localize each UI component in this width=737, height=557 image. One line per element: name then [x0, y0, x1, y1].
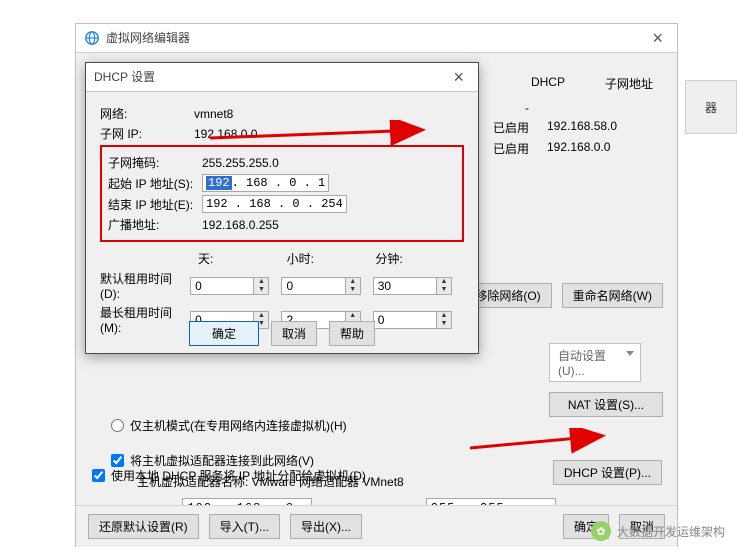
dhcp-settings-button[interactable]: DHCP 设置(P)... — [553, 460, 662, 485]
col-subnet: 子网地址 — [597, 71, 661, 96]
end-ip-label: 结束 IP 地址(E): — [108, 196, 202, 213]
use-dhcp-label: 使用本地 DHCP 服务将 IP 地址分配给虚拟机(D) — [111, 467, 366, 484]
dhcp-ok-button[interactable]: 确定 — [189, 321, 259, 346]
broadcast-label: 广播地址: — [108, 216, 202, 233]
dhcp-cancel-button[interactable]: 取消 — [271, 321, 317, 346]
net-label: 网络: — [100, 105, 194, 122]
import-button[interactable]: 导入(T)... — [209, 514, 280, 539]
parent-title: 虚拟网络编辑器 — [106, 24, 190, 52]
col-mins: 分钟: — [375, 250, 464, 267]
avatar-icon: ✿ — [591, 521, 611, 541]
table-row[interactable]: - — [485, 99, 665, 117]
globe-icon — [84, 30, 100, 46]
dhcp-subnetip-value: 192.168.0.0 — [194, 127, 257, 141]
hostonly-radio[interactable] — [111, 419, 124, 432]
default-mins-spin[interactable]: 30▲▼ — [373, 277, 452, 295]
default-hours-spin[interactable]: 0▲▼ — [281, 277, 360, 295]
dhcp-settings-dialog: DHCP 设置 × 网络:vmnet8 子网 IP:192.168.0.0 子网… — [85, 62, 479, 354]
parent-close-button[interactable]: × — [646, 24, 669, 52]
spin-up-icon[interactable]: ▲ — [346, 278, 360, 286]
spin-up-icon[interactable]: ▲ — [437, 312, 451, 320]
spin-up-icon[interactable]: ▲ — [254, 278, 268, 286]
outer-window-fragment: 器 — [685, 80, 737, 134]
spin-up-icon[interactable]: ▲ — [254, 312, 268, 320]
auto-settings-combo[interactable]: 自动设置(U)... — [549, 343, 641, 382]
spin-down-icon[interactable]: ▼ — [437, 286, 451, 294]
mask-value: 255.255.255.0 — [202, 156, 279, 170]
spin-down-icon[interactable]: ▼ — [346, 286, 360, 294]
dhcp-subnetip-label: 子网 IP: — [100, 125, 194, 142]
dhcp-help-button[interactable]: 帮助 — [329, 321, 375, 346]
start-ip-input[interactable]: 192. 168 . 0 . 1 — [202, 174, 329, 192]
end-ip-input[interactable]: 192 . 168 . 0 . 254 — [202, 195, 347, 213]
dhcp-close-button[interactable]: × — [447, 63, 470, 91]
spin-up-icon[interactable]: ▲ — [437, 278, 451, 286]
spin-down-icon[interactable]: ▼ — [254, 286, 268, 294]
table-row[interactable]: 已启用192.168.0.0 — [485, 138, 665, 159]
dhcp-title: DHCP 设置 — [94, 63, 155, 91]
highlighted-ip-fields: 子网掩码:255.255.255.0 起始 IP 地址(S): 192. 168… — [100, 145, 464, 242]
network-table-rows: - 已启用192.168.58.0 已启用192.168.0.0 — [485, 99, 665, 159]
account-badge: ✿ 大数据开发运维架构 — [591, 521, 725, 541]
col-dhcp: DHCP — [523, 71, 573, 96]
account-name: 大数据开发运维架构 — [617, 523, 725, 540]
parent-bottom-bar: 还原默认设置(R) 导入(T)... 导出(X)... 确定 取消 — [76, 505, 677, 547]
default-days-spin[interactable]: 0▲▼ — [190, 277, 269, 295]
hostonly-radio-row[interactable]: 仅主机模式(在专用网络内连接虚拟机)(H) — [111, 417, 666, 434]
hostonly-label: 仅主机模式(在专用网络内连接虚拟机)(H) — [130, 417, 347, 434]
rename-network-button[interactable]: 重命名网络(W) — [562, 283, 663, 308]
net-value: vmnet8 — [194, 107, 233, 121]
col-days: 天: — [198, 250, 287, 267]
col-hours: 小时: — [287, 250, 376, 267]
restore-defaults-button[interactable]: 还原默认设置(R) — [88, 514, 199, 539]
export-button[interactable]: 导出(X)... — [290, 514, 362, 539]
start-ip-label: 起始 IP 地址(S): — [108, 175, 202, 192]
use-dhcp-checkbox[interactable] — [92, 469, 105, 482]
network-table-header: DHCP 子网地址 — [553, 71, 661, 96]
broadcast-value: 192.168.0.255 — [202, 218, 279, 232]
default-lease-label: 默认租用时间(D): — [100, 270, 190, 301]
dhcp-titlebar: DHCP 设置 × — [86, 63, 478, 92]
parent-titlebar: 虚拟网络编辑器 × — [76, 24, 677, 53]
spin-up-icon[interactable]: ▲ — [346, 312, 360, 320]
table-row[interactable]: 已启用192.168.58.0 — [485, 117, 665, 138]
mask-label: 子网掩码: — [108, 154, 202, 171]
